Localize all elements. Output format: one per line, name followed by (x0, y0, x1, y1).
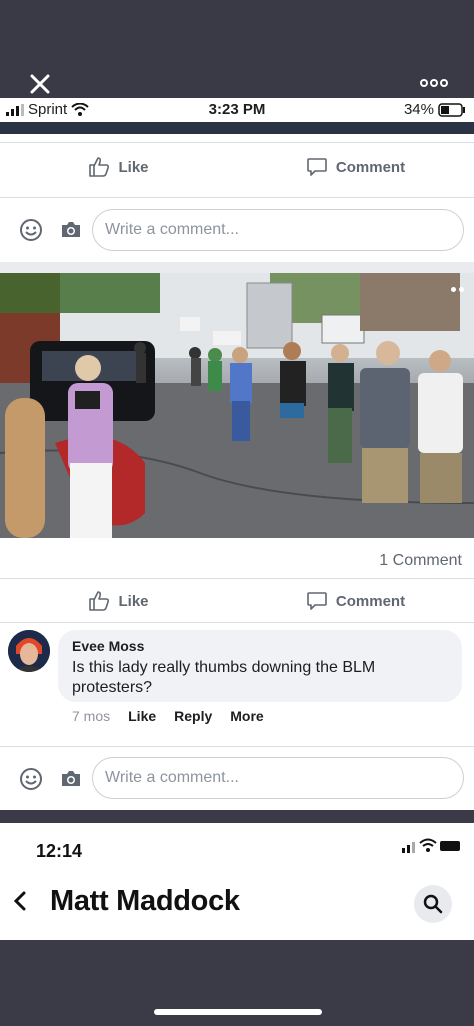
post-2-like-label: Like (118, 592, 149, 610)
comment-text: Is this lady really thumbs downing the B… (72, 659, 376, 696)
comment-more-link[interactable]: More (230, 708, 263, 724)
battery: 34% (404, 101, 466, 118)
search-icon[interactable] (414, 885, 452, 923)
camera-icon[interactable] (56, 764, 86, 794)
post-1-footer: Like Comment (0, 134, 474, 262)
emoji-icon[interactable] (16, 215, 46, 245)
embedded-screenshot: 12:14 Matt Maddock (0, 823, 474, 940)
emoji-icon[interactable] (16, 764, 46, 794)
post-2-comment-label: Comment (335, 592, 406, 610)
comment-count[interactable]: 1 Comment (379, 552, 462, 570)
post-2-composer (0, 746, 474, 811)
photo-more-icon[interactable] (451, 287, 464, 292)
comment-age: 7 mos (72, 708, 111, 724)
battery-icon (438, 102, 465, 117)
comment-meta: 7 mos Like Reply More (72, 708, 264, 724)
embedded-profile-name: Matt Maddock (50, 885, 240, 917)
post-1-comment-button[interactable]: Comment (237, 156, 474, 178)
comment-bubble: Evee Moss Is this lady really thumbs dow… (58, 630, 462, 702)
post-2-like-button[interactable]: Like (0, 590, 237, 612)
embedded-status-icons (402, 837, 462, 860)
comment-like-link[interactable]: Like (128, 708, 156, 724)
post-1-like-button[interactable]: Like (0, 156, 237, 178)
battery-percent: 34% (403, 101, 434, 118)
post-1-actions: Like Comment (0, 142, 474, 191)
thumbs-up-icon (89, 157, 110, 177)
feed-divider (0, 262, 474, 273)
previous-post-image-edge (0, 122, 474, 134)
status-bar: Sprint 3:23 PM 34% (0, 98, 474, 122)
embedded-clock: 12:14 (36, 841, 83, 861)
post-2-actions: Like Comment (0, 578, 474, 623)
comment-bubble-icon (307, 158, 327, 176)
post-1-composer (0, 197, 474, 262)
close-icon[interactable] (26, 70, 54, 98)
post-2-comment-button[interactable]: Comment (237, 590, 474, 612)
post-2-comment-input[interactable] (92, 757, 464, 799)
protest-photo-illustration (0, 273, 474, 538)
more-options-icon[interactable] (418, 74, 450, 92)
clock: 3:23 PM (208, 101, 266, 118)
commenter-avatar[interactable] (8, 630, 50, 672)
comment-bubble-icon (307, 592, 327, 610)
camera-icon[interactable] (56, 215, 86, 245)
post-1-comment-input[interactable] (92, 209, 464, 251)
post-1-like-label: Like (118, 158, 149, 176)
protest-photo[interactable] (0, 273, 474, 538)
home-indicator[interactable] (154, 1009, 322, 1015)
thumbs-up-icon (89, 591, 110, 611)
back-chevron-icon[interactable] (10, 889, 30, 913)
comment-author[interactable]: Evee Moss (72, 638, 448, 654)
actions-divider (0, 622, 474, 623)
comment-reply-link[interactable]: Reply (174, 708, 212, 724)
post-1-comment-label: Comment (335, 158, 406, 176)
